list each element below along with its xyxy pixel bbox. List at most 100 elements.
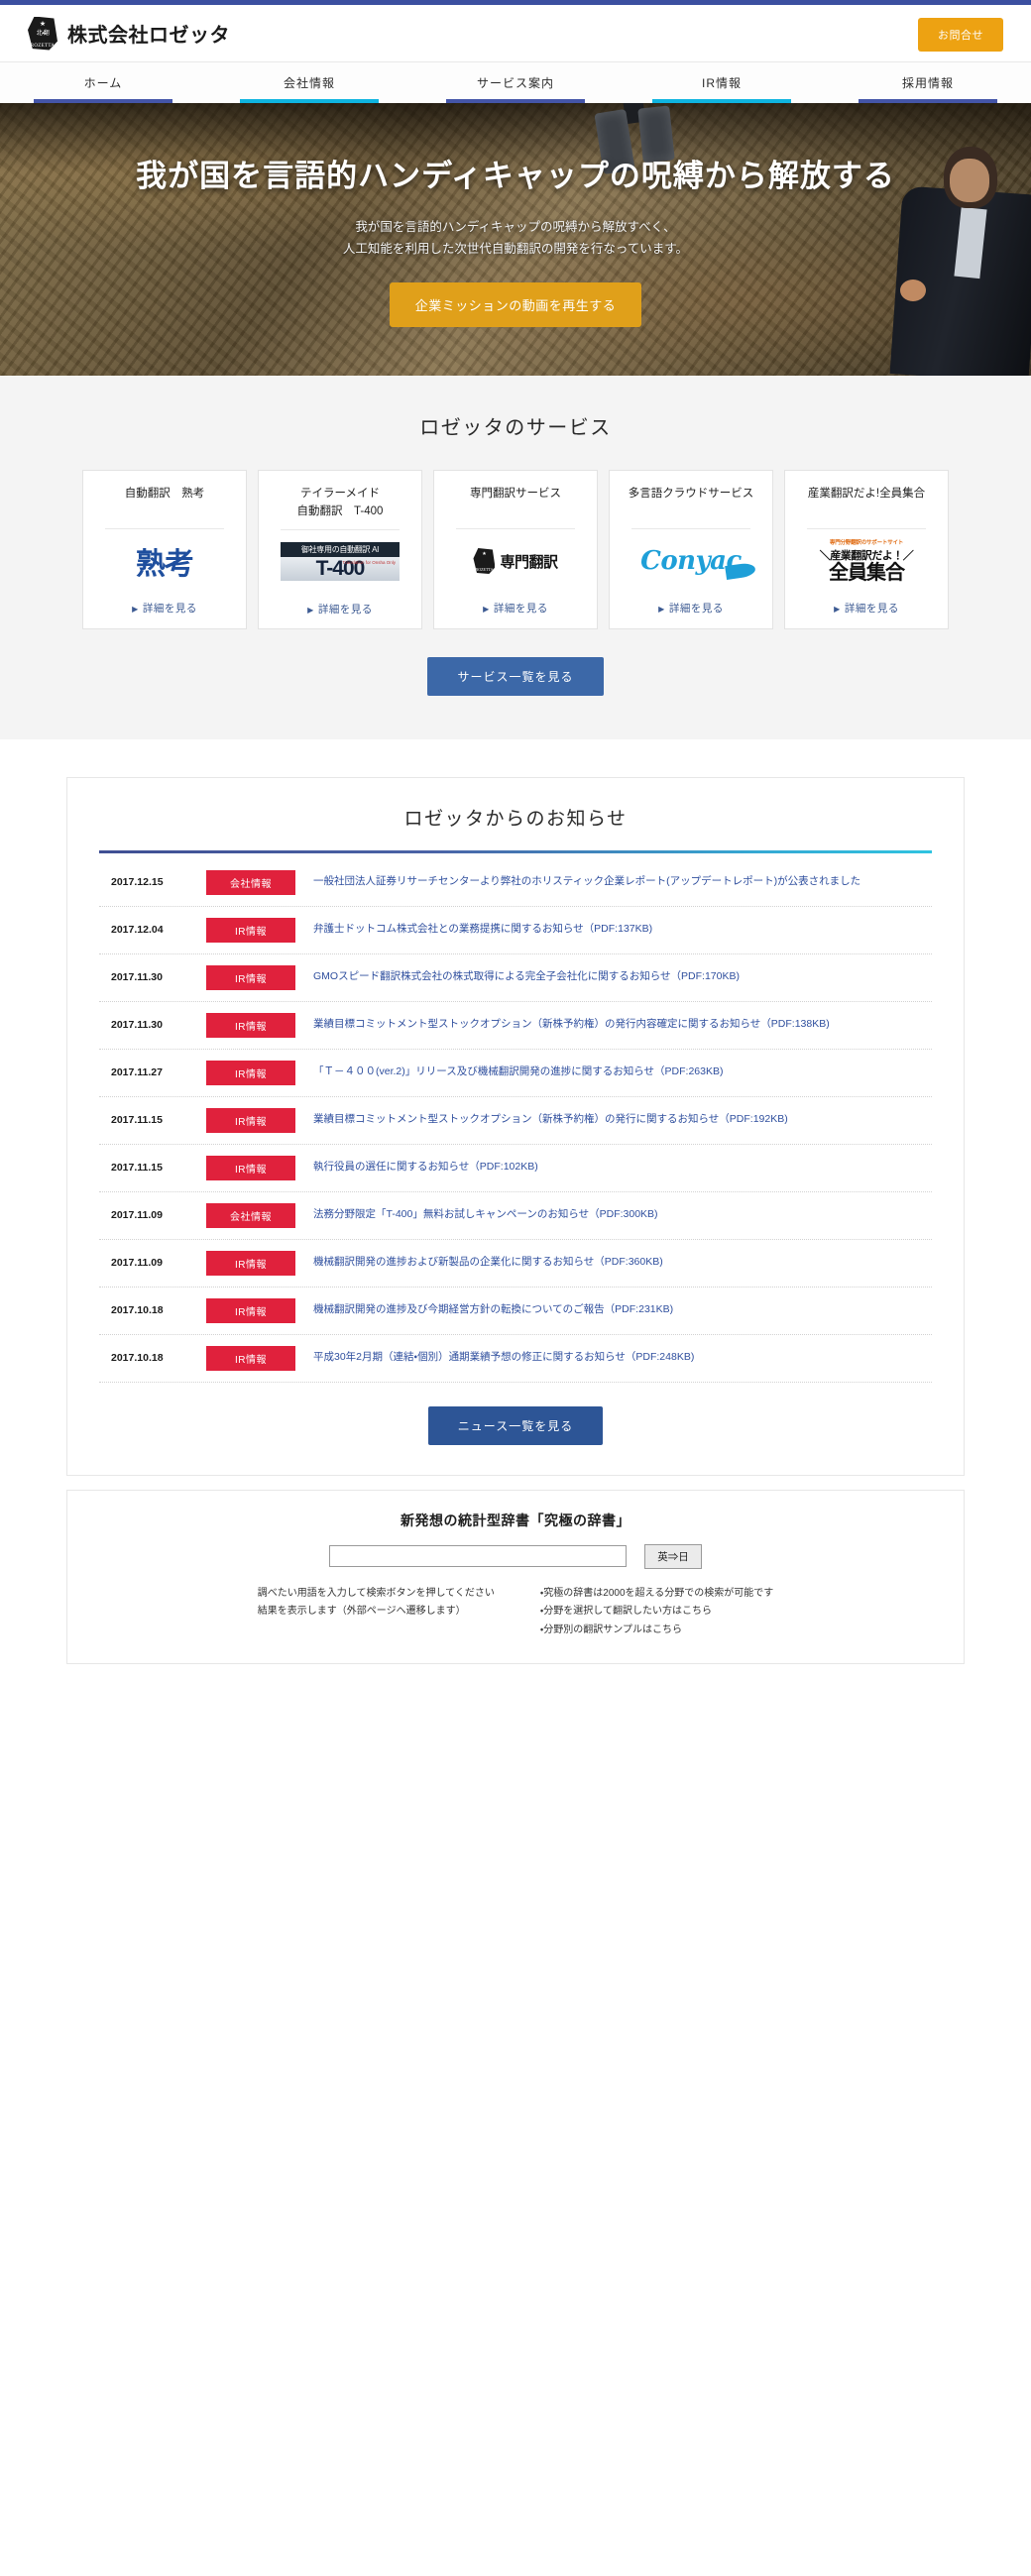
- jukko-wordmark: 熟考: [136, 547, 194, 582]
- play-mission-video-button[interactable]: 企業ミッションの動画を再生する: [389, 281, 642, 327]
- service-logo-conyac: Conyac: [620, 533, 762, 589]
- news-headline-link[interactable]: GMOスピード翻訳株式会社の株式取得による完全子会社化に関するお知らせ（PDF:…: [313, 968, 740, 986]
- news-category-badge: IR情報: [206, 1107, 295, 1133]
- hero-subtitle: 我が国を言語的ハンディキャップの呪縛から解放すべく、 人工知能を利用した次世代自…: [0, 217, 1031, 261]
- news-category-badge: 会社情報: [206, 869, 295, 895]
- news-row[interactable]: 2017.11.09 IR情報 機械翻訳開発の進捗および新製品の企業化に関するお知ら…: [99, 1240, 932, 1288]
- nav-label: IR情報: [701, 76, 742, 90]
- news-row[interactable]: 2017.11.30 IR情報 GMOスピード翻訳株式会社の株式取得による完全子会社…: [99, 954, 932, 1002]
- news-category-badge: IR情報: [206, 1297, 295, 1323]
- news-headline-link[interactable]: 一般社団法人証券リサーチセンターより弊社のホリスティック企業レポート(アップデー…: [313, 873, 860, 891]
- hero-subtitle-line2: 人工知能を利用した次世代自動翻訳の開発を行なっています。: [342, 241, 689, 256]
- service-card-title-line2: 自動翻訳 T-400: [296, 505, 384, 518]
- news-category-badge: IR情報: [206, 964, 295, 990]
- dictionary-search-button[interactable]: 英⇒日: [644, 1543, 702, 1569]
- nav-item-ir[interactable]: IR情報: [619, 62, 825, 103]
- service-card-title: 自動翻訳 熟考: [124, 488, 205, 500]
- dictionary-features: ・究極の辞書は2000を超える分野での検索が可能です ・分野を選択して翻訳したい…: [540, 1585, 773, 1640]
- service-logo-senmon: ★ ROZETTA 専門翻訳: [444, 533, 587, 589]
- news-headline-link[interactable]: 業績目標コミットメント型ストックオプション（新株予約権）の発行内容確定に関するお…: [313, 1016, 830, 1034]
- triangle-right-icon: ▶: [658, 605, 665, 614]
- news-row[interactable]: 2017.12.04 IR情報 弁護士ドットコム株式会社との業務提携に関するお知らせ…: [99, 907, 932, 954]
- dictionary-search-input[interactable]: [329, 1545, 628, 1568]
- hero-title: 我が国を言語的ハンディキャップの呪縛から解放する: [136, 159, 895, 193]
- service-detail-label: 詳細を見る: [844, 603, 899, 615]
- rozetta-stone-icon: ★ ROZETTA: [473, 548, 496, 574]
- nav-item-home[interactable]: ホーム: [0, 62, 206, 103]
- news-headline-link[interactable]: 平成30年2月期（連結・個別）通期業績予想の修正に関するお知らせ（PDF:248…: [313, 1349, 694, 1367]
- news-date: 2017.12.15: [111, 876, 164, 889]
- news-heading: ロゼッタからのお知らせ: [403, 808, 628, 830]
- service-detail-link[interactable]: ▶ 詳細を見る: [658, 589, 724, 627]
- news-row[interactable]: 2017.11.30 IR情報 業績目標コミットメント型ストックオプション（新株予約…: [99, 1002, 932, 1050]
- service-card-title: 産業翻訳だよ!全員集合: [807, 488, 926, 500]
- news-category-badge: 会社情報: [206, 1202, 295, 1228]
- service-detail-link[interactable]: ▶ 詳細を見る: [483, 589, 548, 627]
- news-headline-link[interactable]: 「Ｔ－４００(ver.2)」リリース及び機械翻訳開発の進捗に関するお知らせ（PD…: [313, 1064, 723, 1081]
- news-date: 2017.10.18: [111, 1304, 164, 1317]
- service-card-senmon[interactable]: 専門翻訳サービス ★ ROZETTA 専門翻訳 ▶ 詳細を見る: [433, 470, 598, 629]
- news-headline-link[interactable]: 機械翻訳開発の進捗および新製品の企業化に関するお知らせ（PDF:360KB): [313, 1254, 663, 1272]
- news-headline-link[interactable]: 執行役員の選任に関するお知らせ（PDF:102KB): [313, 1159, 538, 1176]
- service-card-zenin[interactable]: 産業翻訳だよ!全員集合 専門分野翻訳のサポートサイト ＼産業翻訳だよ！／ 全員集…: [784, 470, 949, 629]
- news-gradient-divider: [99, 849, 932, 853]
- news-list: 2017.12.15 会社情報 一般社団法人証券リサーチセンターより弊社のホリスティ…: [99, 859, 932, 1383]
- card-divider: [280, 528, 401, 530]
- news-panel: ロゼッタからのお知らせ 2017.12.15 会社情報 一般社団法人証券リサーチセン…: [66, 776, 965, 1476]
- news-row[interactable]: 2017.10.18 IR情報 機械翻訳開発の進捗及び今期経営方針の転換についてのご…: [99, 1288, 932, 1335]
- news-category-badge: IR情報: [206, 1060, 295, 1085]
- dictionary-search-form: 英⇒日: [97, 1543, 934, 1569]
- news-date: 2017.10.18: [111, 1352, 164, 1365]
- main-navigation: ホーム 会社情報 サービス案内 IR情報 採用情報: [0, 61, 1031, 103]
- news-category-badge: IR情報: [206, 1012, 295, 1038]
- news-row[interactable]: 2017.11.15 IR情報 執行役員の選任に関するお知らせ（PDF:102KB): [99, 1145, 932, 1192]
- view-all-news-button[interactable]: ニュース一覧を見る: [427, 1405, 604, 1445]
- dictionary-instruction-line1: 調べたい用語を入力して検索ボタンを押してください: [257, 1587, 495, 1599]
- news-section: ロゼッタからのお知らせ 2017.12.15 会社情報 一般社団法人証券リサーチセン…: [0, 738, 1031, 1695]
- service-card-jukko[interactable]: 自動翻訳 熟考 熟考 ▶ 詳細を見る: [82, 470, 247, 629]
- services-section: ロゼッタのサービス 自動翻訳 熟考 熟考 ▶ 詳細を見る テイラーメイド 自動翻訳…: [0, 376, 1031, 739]
- t400-wordmark: T-400 Translation for Onsha Only: [281, 557, 400, 582]
- news-category-badge: IR情報: [206, 917, 295, 943]
- view-all-services-button[interactable]: サービス一覧を見る: [427, 656, 604, 696]
- service-card-conyac[interactable]: 多言語クラウドサービス Conyac ▶ 詳細を見る: [609, 470, 773, 629]
- news-row[interactable]: 2017.10.18 IR情報 平成30年2月期（連結・個別）通期業績予想の修正に関…: [99, 1335, 932, 1383]
- news-date: 2017.11.15: [111, 1162, 163, 1175]
- nav-item-services[interactable]: サービス案内: [412, 62, 619, 103]
- service-logo-jukko: 熟考: [93, 533, 236, 589]
- news-headline-link[interactable]: 業績目標コミットメント型ストックオプション（新株予約権）の発行に関するお知らせ（…: [313, 1111, 788, 1129]
- news-headline-link[interactable]: 機械翻訳開発の進捗及び今期経営方針の転換についてのご報告（PDF:231KB): [313, 1301, 673, 1319]
- news-headline-link[interactable]: 法務分野限定「T-400」無料お試しキャンペーンのお知らせ（PDF:300KB): [313, 1206, 658, 1224]
- star-icon: ★: [482, 551, 487, 557]
- dictionary-field-select-link[interactable]: ・分野を選択して翻訳したい方はこちら: [540, 1603, 773, 1622]
- service-logo-zenin: 専門分野翻訳のサポートサイト ＼産業翻訳だよ！／ 全員集合: [795, 533, 938, 589]
- senmon-wordmark: 専門翻訳: [500, 553, 558, 571]
- contact-button[interactable]: お問合せ: [918, 18, 1003, 52]
- nav-label: ホーム: [83, 76, 123, 90]
- news-headline-link[interactable]: 弁護士ドットコム株式会社との業務提携に関するお知らせ（PDF:137KB): [313, 921, 652, 939]
- card-divider: [104, 528, 225, 529]
- news-category-badge: IR情報: [206, 1250, 295, 1276]
- dictionary-samples-link[interactable]: ・分野別の翻訳サンプルはこちら: [540, 1622, 773, 1640]
- news-date: 2017.12.04: [111, 924, 164, 937]
- service-card-title: 多言語クラウドサービス: [628, 488, 754, 500]
- news-row[interactable]: 2017.11.09 会社情報 法務分野限定「T-400」無料お試しキャンペーンのお…: [99, 1192, 932, 1240]
- news-row[interactable]: 2017.11.15 IR情報 業績目標コミットメント型ストックオプション（新株予約…: [99, 1097, 932, 1145]
- service-detail-label: 詳細を見る: [668, 603, 724, 615]
- news-date: 2017.11.30: [111, 971, 163, 984]
- nav-item-company[interactable]: 会社情報: [206, 62, 412, 103]
- zenin-tagline: 専門分野翻訳のサポートサイト: [829, 540, 904, 546]
- nav-label: 会社情報: [283, 76, 335, 90]
- service-detail-link[interactable]: ▶ 詳細を見る: [307, 590, 373, 628]
- news-row[interactable]: 2017.12.15 会社情報 一般社団法人証券リサーチセンターより弊社のホリスティ…: [99, 859, 932, 907]
- service-detail-link[interactable]: ▶ 詳細を見る: [834, 589, 899, 627]
- brand-logo[interactable]: ★ 北・翻 ROZETTA 株式会社ロゼッタ: [28, 16, 230, 51]
- card-divider: [806, 528, 927, 529]
- dictionary-instruction-line2: 結果を表示します（外部ページへ遷移します）: [257, 1606, 466, 1618]
- service-detail-link[interactable]: ▶ 詳細を見る: [132, 589, 197, 627]
- dictionary-instructions: 調べたい用語を入力して検索ボタンを押してください 結果を表示します（外部ページへ…: [258, 1585, 495, 1640]
- service-card-t400[interactable]: テイラーメイド 自動翻訳 T-400 御社専用の自動翻訳 AI T-400 Tr…: [258, 470, 422, 629]
- news-row[interactable]: 2017.11.27 IR情報 「Ｔ－４００(ver.2)」リリース及び機械翻訳開発…: [99, 1050, 932, 1097]
- zenin-subtitle: ＼産業翻訳だよ！／: [819, 550, 914, 562]
- nav-item-recruit[interactable]: 採用情報: [825, 62, 1031, 103]
